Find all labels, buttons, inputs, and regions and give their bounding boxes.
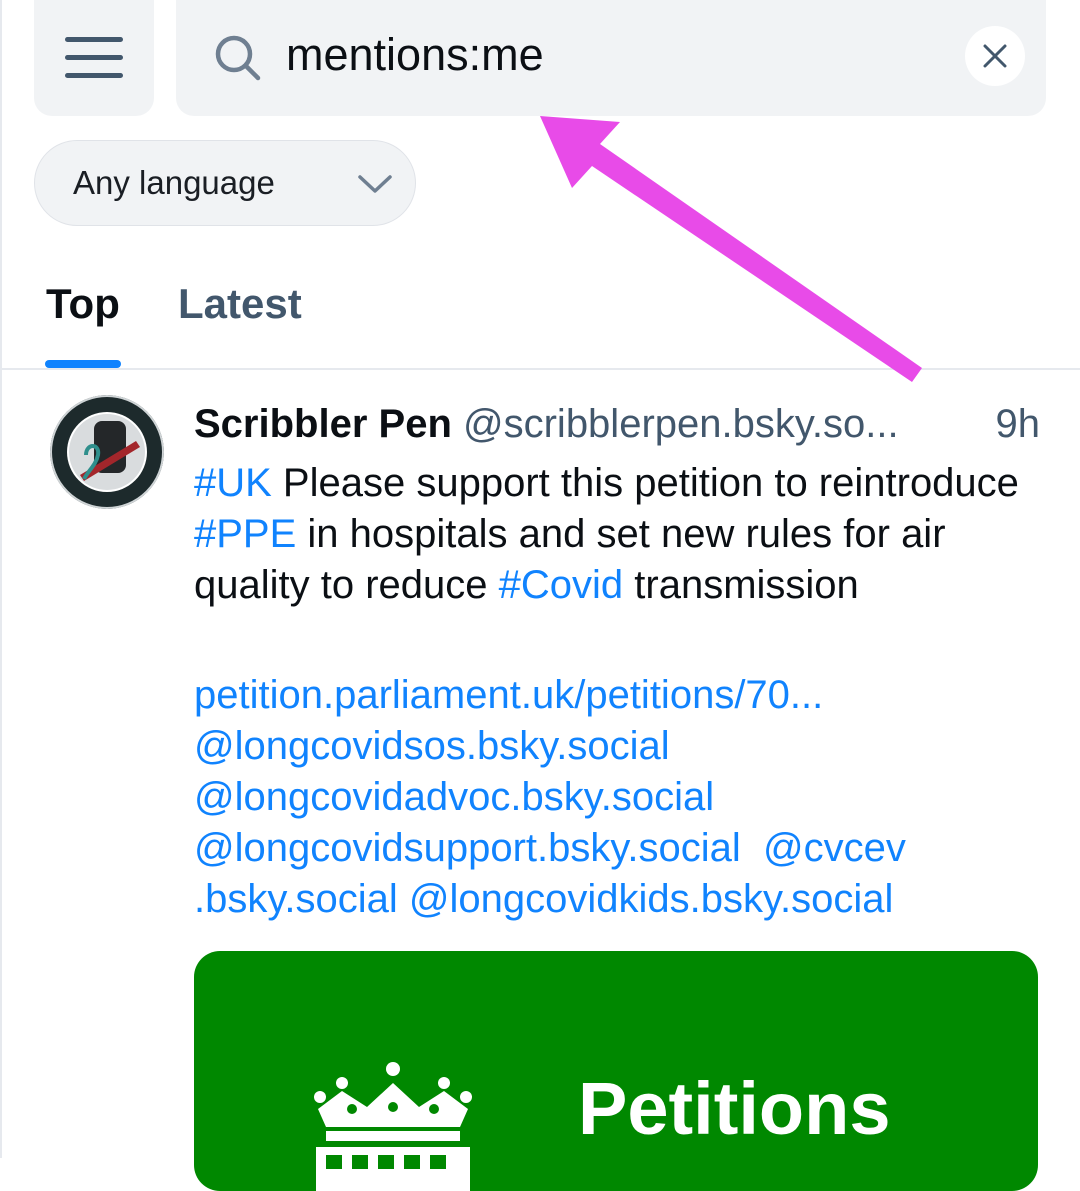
active-tab-indicator: [45, 360, 121, 368]
mention-longcovidsupport[interactable]: @longcovidsupport.bsky.social: [194, 826, 741, 870]
hashtag-covid[interactable]: #Covid: [499, 563, 624, 607]
chevron-down-icon: [358, 175, 392, 193]
search-bar[interactable]: mentions:me: [176, 0, 1046, 116]
mention-cvcev-continued[interactable]: .bsky.social: [194, 877, 398, 921]
search-input[interactable]: mentions:me: [286, 26, 544, 84]
language-select-label: Any language: [73, 164, 275, 201]
mention-longcovidkids[interactable]: @longcovidkids.bsky.social: [409, 877, 894, 921]
mention-cvcev[interactable]: @cvcev: [763, 826, 906, 870]
search-icon: [215, 35, 261, 81]
hashtag-uk[interactable]: #UK: [194, 461, 272, 505]
author-handle[interactable]: @scribblerpen.bsky.so...: [463, 402, 899, 446]
left-divider: [0, 0, 2, 1158]
post-text: #UK Please support this petition to rein…: [194, 458, 1040, 611]
link-preview-card[interactable]: Petitions: [194, 951, 1038, 1191]
avatar[interactable]: [50, 395, 164, 509]
clear-search-button[interactable]: [965, 26, 1025, 86]
post-header: Scribbler Pen @scribblerpen.bsky.so... 9…: [194, 398, 1040, 450]
author-name[interactable]: Scribbler Pen: [194, 402, 452, 446]
tab-top[interactable]: Top: [46, 278, 120, 330]
portcullis-logo: [314, 1062, 472, 1191]
tab-latest[interactable]: Latest: [178, 278, 302, 330]
mention-longcovidsos[interactable]: @longcovidsos.bsky.social: [194, 721, 1040, 772]
post-text-part-3: transmission: [623, 563, 859, 607]
language-select[interactable]: Any language: [34, 140, 416, 226]
post-text-part-1: Please support this petition to reintrod…: [271, 461, 1019, 505]
avatar-image: [50, 395, 164, 509]
post-links: petition.parliament.uk/petitions/70... @…: [194, 670, 1040, 925]
petition-link[interactable]: petition.parliament.uk/petitions/70...: [194, 670, 1040, 721]
embed-title: Petitions: [578, 1067, 891, 1150]
mention-longcovidadvoc[interactable]: @longcovidadvoc.bsky.social: [194, 772, 1040, 823]
hashtag-ppe[interactable]: #PPE: [194, 512, 296, 556]
menu-button[interactable]: [34, 0, 154, 116]
search-tabs: Top Latest: [0, 270, 1080, 370]
close-icon: [983, 44, 1007, 68]
menu-icon: [65, 37, 123, 78]
post-timestamp[interactable]: 9h: [996, 398, 1041, 450]
